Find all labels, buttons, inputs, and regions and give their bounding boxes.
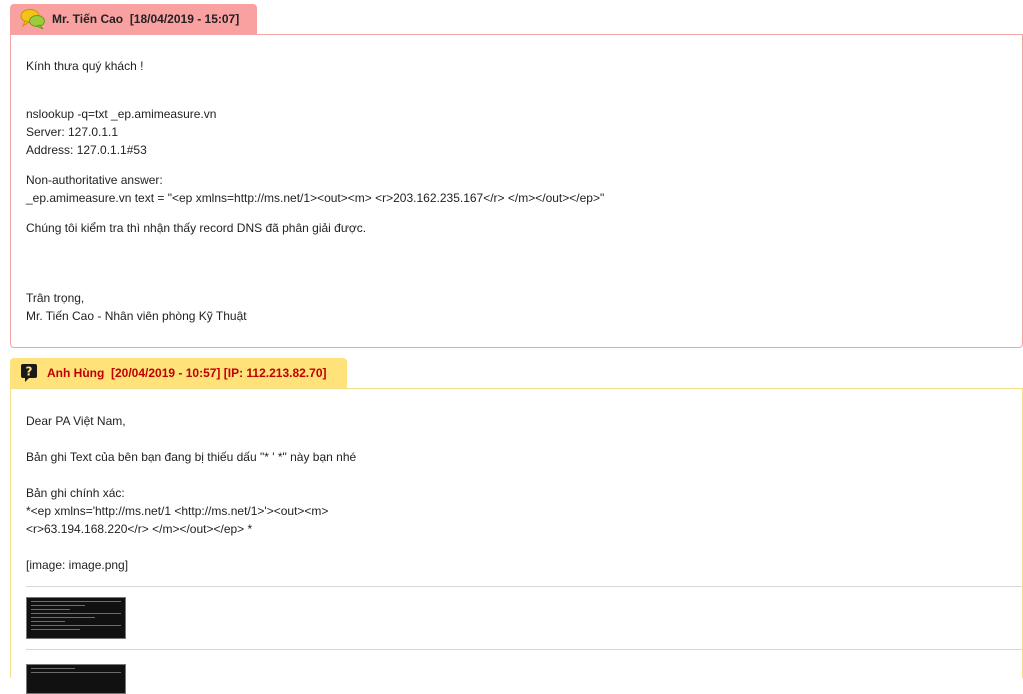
image-thumbnail[interactable] [26, 597, 126, 639]
question-icon: ? [21, 364, 37, 382]
customer-message-body: Dear PA Việt Nam, Bản ghi Text của bên b… [10, 388, 1023, 694]
message-line: nslookup -q=txt _ep.amimeasure.vn [26, 107, 217, 121]
signature-line: Mr. Tiến Cao - Nhân viên phòng Kỹ Thuật [26, 309, 247, 323]
staff-reply: Mr. Tiến Cao [18/04/2019 - 15:07] Kính t… [10, 4, 1023, 348]
message-line: Dear PA Việt Nam, [26, 414, 126, 428]
message-line: _ep.amimeasure.vn text = "<ep xmlns=http… [26, 191, 605, 205]
message-line: Kính thưa quý khách ! [26, 59, 144, 73]
staff-message-body: Kính thưa quý khách ! nslookup -q=txt _e… [10, 34, 1023, 348]
svg-text:?: ? [26, 365, 33, 379]
customer-datetime: [20/04/2019 - 10:57] [111, 366, 221, 380]
customer-ip: [IP: 112.213.82.70] [223, 366, 327, 380]
chat-bubbles-icon [20, 9, 45, 30]
message-line: Chúng tôi kiểm tra thì nhận thấy record … [26, 221, 367, 235]
divider [26, 649, 1022, 650]
message-line: <r>63.194.168.220</r> </m></out></ep> * [26, 522, 253, 536]
staff-reply-header: Mr. Tiến Cao [18/04/2019 - 15:07] [10, 4, 257, 34]
message-line: Non-authoritative answer: [26, 173, 163, 187]
customer-author: Anh Hùng [47, 366, 105, 380]
message-line: Trân trọng, [26, 291, 85, 305]
message-line: Server: 127.0.1.1 [26, 125, 119, 139]
customer-reply-header: ? Anh Hùng [20/04/2019 - 10:57] [IP: 112… [10, 358, 347, 388]
customer-reply: ? Anh Hùng [20/04/2019 - 10:57] [IP: 112… [10, 358, 1023, 694]
staff-datetime: [18/04/2019 - 15:07] [129, 12, 240, 26]
message-line: Bản ghi Text của bên bạn đang bị thiếu d… [26, 450, 357, 464]
divider [26, 586, 1022, 587]
message-line: Bản ghi chính xác: [26, 486, 125, 500]
staff-author: Mr. Tiến Cao [52, 12, 124, 26]
message-line: *<ep xmlns='http://ms.net/1 <http://ms.n… [26, 504, 329, 518]
message-line: Address: 127.0.1.1#53 [26, 143, 147, 157]
message-line: [image: image.png] [26, 558, 129, 572]
